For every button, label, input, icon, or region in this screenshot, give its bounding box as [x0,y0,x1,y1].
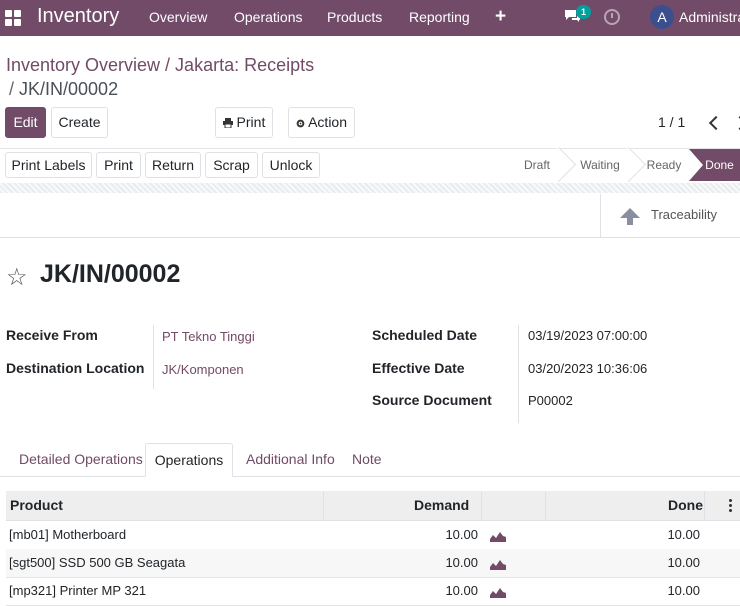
print-button[interactable]: Print [215,107,273,138]
table-row[interactable]: [mb01] Motherboard 10.00 10.00 [6,521,740,550]
scheduled-date-label: Scheduled Date [372,327,478,343]
tab-operations[interactable]: Operations [145,443,233,477]
menu-reporting[interactable]: Reporting [409,9,470,25]
tab-additional-info[interactable]: Additional Info [246,443,335,476]
chevron-left-icon[interactable] [708,115,724,131]
sheet-background [0,183,740,193]
status-bar: Print Labels Print Return Scrap Unlock D… [0,148,740,184]
product-cell: [mp321] Printer MP 321 [9,583,147,598]
chat-badge: 1 [576,5,591,19]
scheduled-date-value[interactable]: 03/19/2023 07:00:00 [528,328,647,343]
breadcrumb-separator: / [9,79,20,99]
notebook-tabs: Detailed Operations Operations Additiona… [0,443,740,477]
stage-draft: Draft [513,149,561,181]
col-divider [481,491,482,520]
gear-icon [296,119,305,128]
kebab-icon[interactable] [729,499,732,512]
clock-icon[interactable] [604,9,620,25]
done-cell: 10.00 [667,583,700,598]
demand-cell: 10.00 [445,583,478,598]
pager-value[interactable]: 1 / 1 [658,114,685,130]
breadcrumb[interactable]: Inventory Overview / Jakarta: Receipts [6,52,314,78]
unlock-button[interactable]: Unlock [262,152,320,178]
col-done[interactable]: Done [668,497,703,513]
record-title: JK/IN/00002 [40,260,181,288]
menu-operations[interactable]: Operations [234,9,302,25]
apps-icon[interactable] [5,10,21,26]
forecast-icon[interactable] [490,586,506,598]
printer-icon [222,118,233,129]
table-row[interactable]: [sgt500] SSD 500 GB Seagata 10.00 10.00 [6,549,740,578]
destination-location-value[interactable]: JK/Komponen [162,362,244,377]
done-cell: 10.00 [667,527,700,542]
receive-from-value[interactable]: PT Tekno Tinggi [162,329,255,344]
traceability-label: Traceability [651,207,717,222]
arrow-up-icon-stem [627,216,633,225]
top-navbar: Inventory Overview Operations Products R… [0,0,740,36]
demand-cell: 10.00 [445,555,478,570]
star-icon[interactable]: ☆ [6,263,28,292]
field-divider [153,325,154,389]
stage-arrow [689,149,703,181]
action-button[interactable]: Action [288,107,355,138]
demand-cell: 10.00 [445,527,478,542]
source-document-label: Source Document [372,392,492,408]
print-label: Print [236,114,266,130]
traceability-button[interactable]: Traceability [600,194,740,237]
breadcrumb-current: JK/IN/00002 [19,79,119,99]
col-demand[interactable]: Demand [414,497,469,513]
menu-products[interactable]: Products [327,9,382,25]
product-cell: [mb01] Motherboard [9,527,127,542]
receive-from-label: Receive From [6,327,98,343]
col-divider [545,491,546,520]
avatar[interactable]: A [650,5,674,29]
source-document-value[interactable]: P00002 [528,393,573,408]
destination-location-label: Destination Location [6,360,145,376]
action-label: Action [308,114,348,130]
col-divider [704,491,705,520]
effective-date-label: Effective Date [372,360,465,376]
done-cell: 10.00 [667,555,700,570]
effective-date-value[interactable]: 03/20/2023 10:36:06 [528,361,647,376]
stage-waiting: Waiting [569,149,631,181]
return-button[interactable]: Return [145,152,201,178]
table-row[interactable]: [mp321] Printer MP 321 10.00 10.00 [6,577,740,606]
app-name[interactable]: Inventory [37,5,119,28]
print-report-button[interactable]: Print [96,152,141,178]
field-divider [518,325,519,423]
print-labels-button[interactable]: Print Labels [5,152,92,178]
edit-button[interactable]: Edit [5,107,46,138]
create-button[interactable]: Create [51,107,108,138]
scrap-button[interactable]: Scrap [205,152,258,178]
forecast-icon[interactable] [490,530,506,542]
button-box: Traceability [0,194,740,238]
user-name[interactable]: Administrator [679,9,740,25]
form-sheet: Traceability ☆ JK/IN/00002 Receive From … [0,194,740,606]
tab-note[interactable]: Note [352,443,382,476]
table-header: Product Demand Done [6,491,740,521]
page-title: / JK/IN/00002 [9,78,118,100]
forecast-icon[interactable] [490,558,506,570]
menu-overview[interactable]: Overview [149,9,207,25]
col-product[interactable]: Product [10,497,63,513]
plus-icon[interactable]: + [495,6,506,28]
stage-ready: Ready [646,158,682,172]
chevron-right-icon[interactable] [732,115,740,131]
product-cell: [sgt500] SSD 500 GB Seagata [9,555,186,570]
col-divider [323,491,324,520]
tab-detailed-operations[interactable]: Detailed Operations [19,443,143,476]
